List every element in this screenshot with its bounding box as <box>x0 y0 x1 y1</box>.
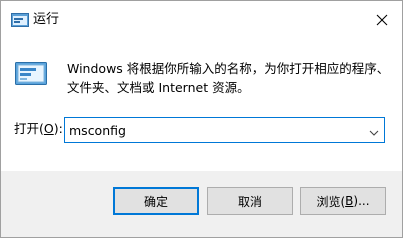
open-label-suffix: ): <box>53 121 63 136</box>
open-input[interactable] <box>69 121 359 139</box>
cancel-button[interactable]: 取消 <box>207 187 293 215</box>
open-label: 打开(O): <box>14 121 63 137</box>
open-label-prefix: 打开( <box>14 121 44 136</box>
open-combobox[interactable] <box>64 117 385 143</box>
run-dialog-icon <box>11 13 29 28</box>
close-icon <box>376 11 388 30</box>
ok-button[interactable]: 确定 <box>113 187 199 215</box>
browse-label-accesskey: B <box>345 194 354 208</box>
window-title: 运行 <box>33 12 60 27</box>
instruction-text: Windows 将根据你所输入的名称，为你打开相应的程序、 文件夹、文档或 In… <box>67 59 390 97</box>
browse-button[interactable]: 浏览(B)... <box>300 187 386 215</box>
title-bar[interactable]: 运行 <box>1 1 402 37</box>
button-bar: 确定 取消 浏览(B)... <box>1 171 402 237</box>
instruction-line-1: Windows 将根据你所输入的名称，为你打开相应的程序、 <box>67 61 390 76</box>
browse-label-suffix: )... <box>353 194 370 208</box>
browse-label-prefix: 浏览( <box>316 194 346 209</box>
chevron-down-icon <box>369 121 379 140</box>
dropdown-button[interactable] <box>364 118 384 142</box>
instruction-line-2: 文件夹、文档或 Internet 资源。 <box>67 80 250 95</box>
run-dialog: 运行 Windows 将根据你所输入的名称，为你打开相应的程序、 文件夹、文档或… <box>0 0 403 238</box>
open-label-accesskey: O <box>43 121 54 136</box>
close-button[interactable] <box>369 7 395 33</box>
run-icon <box>15 62 47 86</box>
